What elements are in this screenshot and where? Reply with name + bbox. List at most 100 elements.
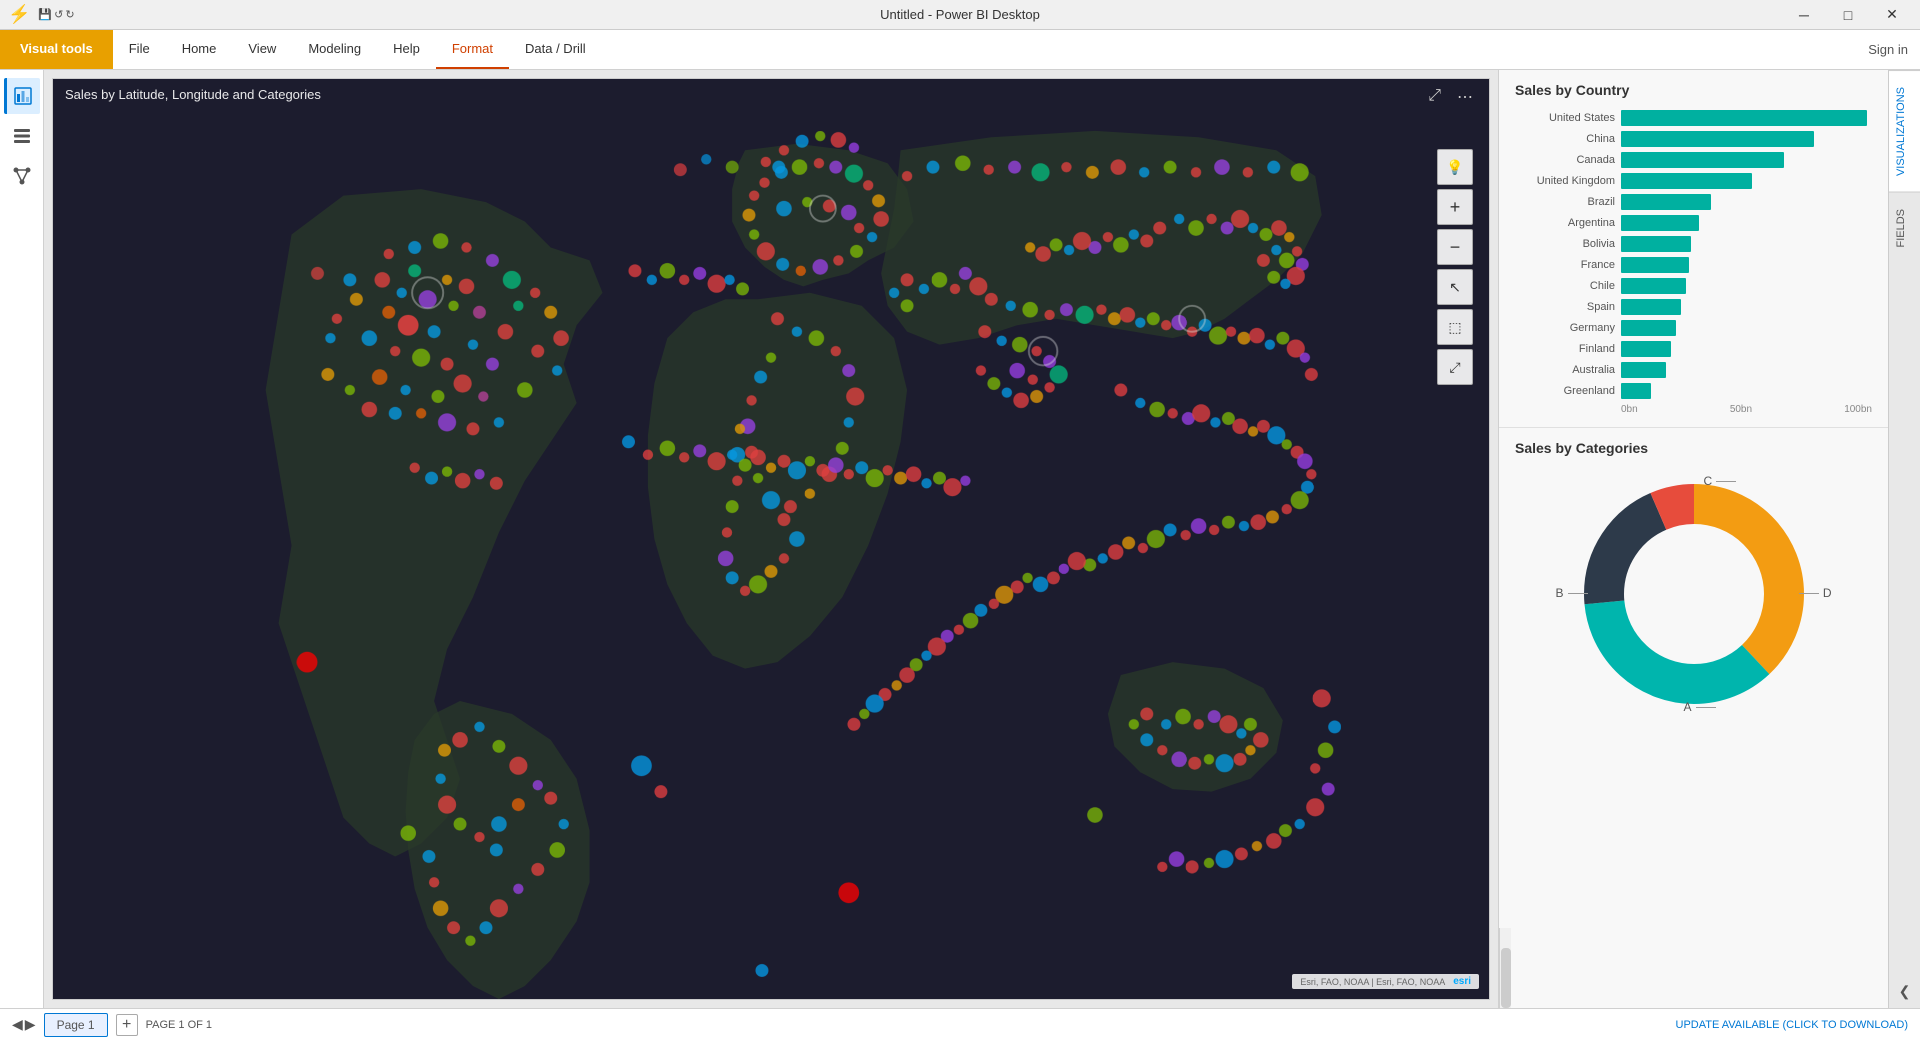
- tab-fields[interactable]: FIELDS: [1889, 192, 1920, 264]
- bar-track-us: [1621, 110, 1872, 126]
- bar-row-us: United States: [1515, 110, 1872, 126]
- bar-label-brazil: Brazil: [1515, 196, 1615, 208]
- zoom-in-btn[interactable]: +: [1437, 189, 1473, 225]
- tab-data-drill[interactable]: Data / Drill: [509, 30, 602, 69]
- bar-label-australia: Australia: [1515, 364, 1615, 376]
- bar-row-china: China: [1515, 131, 1872, 147]
- tab-visualizations[interactable]: VISUALIZATIONS: [1889, 70, 1920, 192]
- window-controls[interactable]: ─ □ ✕: [1784, 1, 1912, 29]
- add-page-btn[interactable]: +: [116, 1014, 138, 1036]
- bar-label-spain: Spain: [1515, 301, 1615, 313]
- sign-in-button[interactable]: Sign in: [1868, 30, 1920, 69]
- select-rect-btn[interactable]: ⬚: [1437, 309, 1473, 345]
- left-sidebar: [0, 70, 44, 1008]
- sidebar-icon-report[interactable]: [4, 78, 40, 114]
- next-page-btn[interactable]: ▶: [25, 1016, 36, 1033]
- bar-fill-china: [1621, 131, 1814, 147]
- bar-fill-canada: [1621, 152, 1784, 168]
- axis-0: 0bn: [1621, 404, 1638, 415]
- bar-label-us: United States: [1515, 112, 1615, 124]
- donut-label-b-line: [1568, 593, 1588, 594]
- esri-badge: Esri, FAO, NOAA | Esri, FAO, NOAA esri: [1292, 974, 1479, 989]
- tab-help[interactable]: Help: [377, 30, 436, 69]
- bar-row-france: France: [1515, 257, 1872, 273]
- bar-track-bolivia: [1621, 236, 1872, 252]
- bottom-bar: ◀ ▶ Page 1 + PAGE 1 OF 1 UPDATE AVAILABL…: [0, 1008, 1920, 1040]
- page-count: PAGE 1 OF 1: [146, 1019, 212, 1031]
- bar-chart: United States China Canada: [1515, 110, 1872, 415]
- bar-label-chile: Chile: [1515, 280, 1615, 292]
- bar-fill-germany: [1621, 320, 1676, 336]
- donut-label-c-line: [1716, 481, 1736, 482]
- expand-btn[interactable]: ⤢: [1437, 349, 1473, 385]
- cursor-btn[interactable]: ↖: [1437, 269, 1473, 305]
- bar-fill-finland: [1621, 341, 1671, 357]
- bar-row-bolivia: Bolivia: [1515, 236, 1872, 252]
- donut-svg: [1564, 464, 1824, 724]
- map-controls: 💡 + − ↖ ⬚ ⤢: [1437, 149, 1473, 385]
- bar-row-spain: Spain: [1515, 299, 1872, 315]
- prev-page-btn[interactable]: ◀: [12, 1016, 23, 1033]
- right-panel: Sales by Country United States China Can…: [1498, 70, 1888, 1008]
- esri-logo: esri: [1453, 976, 1471, 987]
- bar-track-greenland: [1621, 383, 1872, 399]
- donut-label-d: D: [1799, 586, 1832, 600]
- zoom-out-btn[interactable]: −: [1437, 229, 1473, 265]
- tab-home[interactable]: Home: [166, 30, 233, 69]
- close-button[interactable]: ✕: [1872, 1, 1912, 29]
- quick-access: 💾 ↺ ↻: [38, 8, 74, 21]
- app-logo: ⚡: [8, 4, 30, 25]
- bar-label-france: France: [1515, 259, 1615, 271]
- page-1-tab[interactable]: Page 1: [44, 1013, 108, 1037]
- scrollbar[interactable]: [1499, 928, 1511, 1008]
- donut-chart-section: Sales by Categories: [1499, 428, 1888, 928]
- collapse-panel-btn[interactable]: ❮: [1891, 975, 1919, 1008]
- tab-view[interactable]: View: [232, 30, 292, 69]
- scrollbar-thumb[interactable]: [1501, 948, 1511, 1008]
- bar-fill-uk: [1621, 173, 1752, 189]
- tab-file[interactable]: File: [113, 30, 166, 69]
- bar-axis: 0bn 50bn 100bn: [1621, 404, 1872, 415]
- bar-label-bolivia: Bolivia: [1515, 238, 1615, 250]
- bar-track-argentina: [1621, 215, 1872, 231]
- bar-label-uk: United Kingdom: [1515, 175, 1615, 187]
- map-lightbulb-btn[interactable]: 💡: [1437, 149, 1473, 185]
- bar-label-argentina: Argentina: [1515, 217, 1615, 229]
- ribbon: Visual tools File Home View Modeling Hel…: [0, 30, 1920, 70]
- bar-row-uk: United Kingdom: [1515, 173, 1872, 189]
- donut-label-a: A: [1684, 700, 1716, 714]
- donut-label-b: B: [1556, 586, 1588, 600]
- expand-visual-btn[interactable]: ⤢: [1428, 87, 1441, 105]
- tab-format[interactable]: Format: [436, 30, 509, 69]
- nav-arrows[interactable]: ◀ ▶: [12, 1016, 36, 1033]
- map-container[interactable]: Sales by Latitude, Longitude and Categor…: [52, 78, 1490, 1000]
- bar-row-argentina: Argentina: [1515, 215, 1872, 231]
- bar-row-germany: Germany: [1515, 320, 1872, 336]
- sidebar-icon-data[interactable]: [4, 118, 40, 154]
- bar-label-greenland: Greenland: [1515, 385, 1615, 397]
- maximize-button[interactable]: □: [1828, 1, 1868, 29]
- sidebar-icon-model[interactable]: [4, 158, 40, 194]
- tab-modeling[interactable]: Modeling: [292, 30, 377, 69]
- map-chart-title: Sales by Latitude, Longitude and Categor…: [65, 87, 321, 102]
- minimize-button[interactable]: ─: [1784, 1, 1824, 29]
- update-notice[interactable]: UPDATE AVAILABLE (CLICK TO DOWNLOAD): [1676, 1019, 1908, 1031]
- main-area: Sales by Latitude, Longitude and Categor…: [0, 70, 1920, 1008]
- donut-chart-title: Sales by Categories: [1515, 440, 1872, 456]
- more-options-btn[interactable]: ⋯: [1457, 87, 1473, 107]
- content-area: Sales by Latitude, Longitude and Categor…: [44, 70, 1498, 1008]
- bar-row-canada: Canada: [1515, 152, 1872, 168]
- far-right-tabs: VISUALIZATIONS FIELDS ❮: [1888, 70, 1920, 1008]
- bar-track-canada: [1621, 152, 1872, 168]
- esri-credit: Esri, FAO, NOAA | Esri, FAO, NOAA: [1300, 977, 1445, 987]
- donut-label-a-line: [1696, 707, 1716, 708]
- bar-track-chile: [1621, 278, 1872, 294]
- axis-100: 100bn: [1844, 404, 1872, 415]
- data-icon: [12, 126, 32, 146]
- bar-track-france: [1621, 257, 1872, 273]
- bar-track-finland: [1621, 341, 1872, 357]
- tab-visual-tools[interactable]: Visual tools: [0, 30, 113, 69]
- bar-label-canada: Canada: [1515, 154, 1615, 166]
- bar-track-spain: [1621, 299, 1872, 315]
- bar-fill-france: [1621, 257, 1689, 273]
